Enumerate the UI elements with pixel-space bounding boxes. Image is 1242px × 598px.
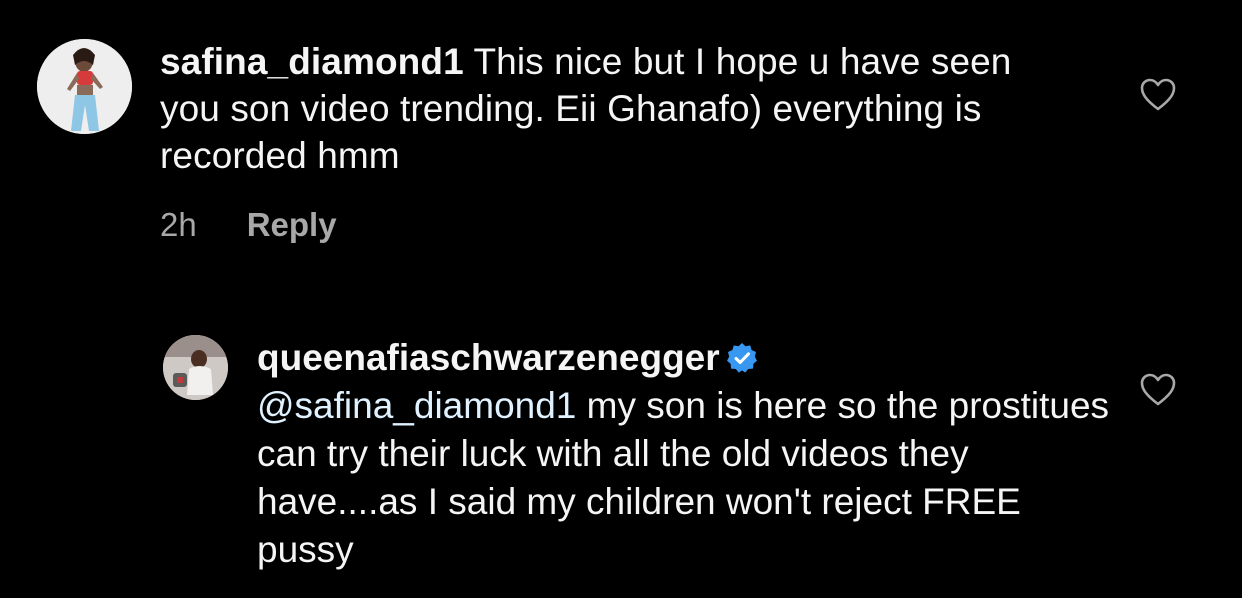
- comment-body: queenafiaschwarzenegger @safina_diamond1…: [257, 334, 1117, 574]
- mention-link[interactable]: @safina_diamond1: [257, 385, 576, 426]
- profile-photo-icon: [37, 39, 132, 134]
- verified-badge-icon: [726, 338, 758, 373]
- heart-outline-icon[interactable]: [1140, 78, 1176, 112]
- comment-body: safina_diamond1 This nice but I hope u h…: [160, 38, 1080, 179]
- avatar[interactable]: [163, 335, 228, 400]
- comment-timestamp[interactable]: 2h: [160, 206, 197, 244]
- comment-meta: 2h Reply: [160, 206, 337, 244]
- comment-username[interactable]: safina_diamond1: [160, 41, 464, 82]
- reply-button[interactable]: Reply: [247, 206, 337, 244]
- profile-photo-icon: [163, 335, 228, 400]
- avatar[interactable]: [37, 39, 132, 134]
- heart-outline-icon[interactable]: [1140, 373, 1176, 407]
- comment-username[interactable]: queenafiaschwarzenegger: [257, 337, 720, 378]
